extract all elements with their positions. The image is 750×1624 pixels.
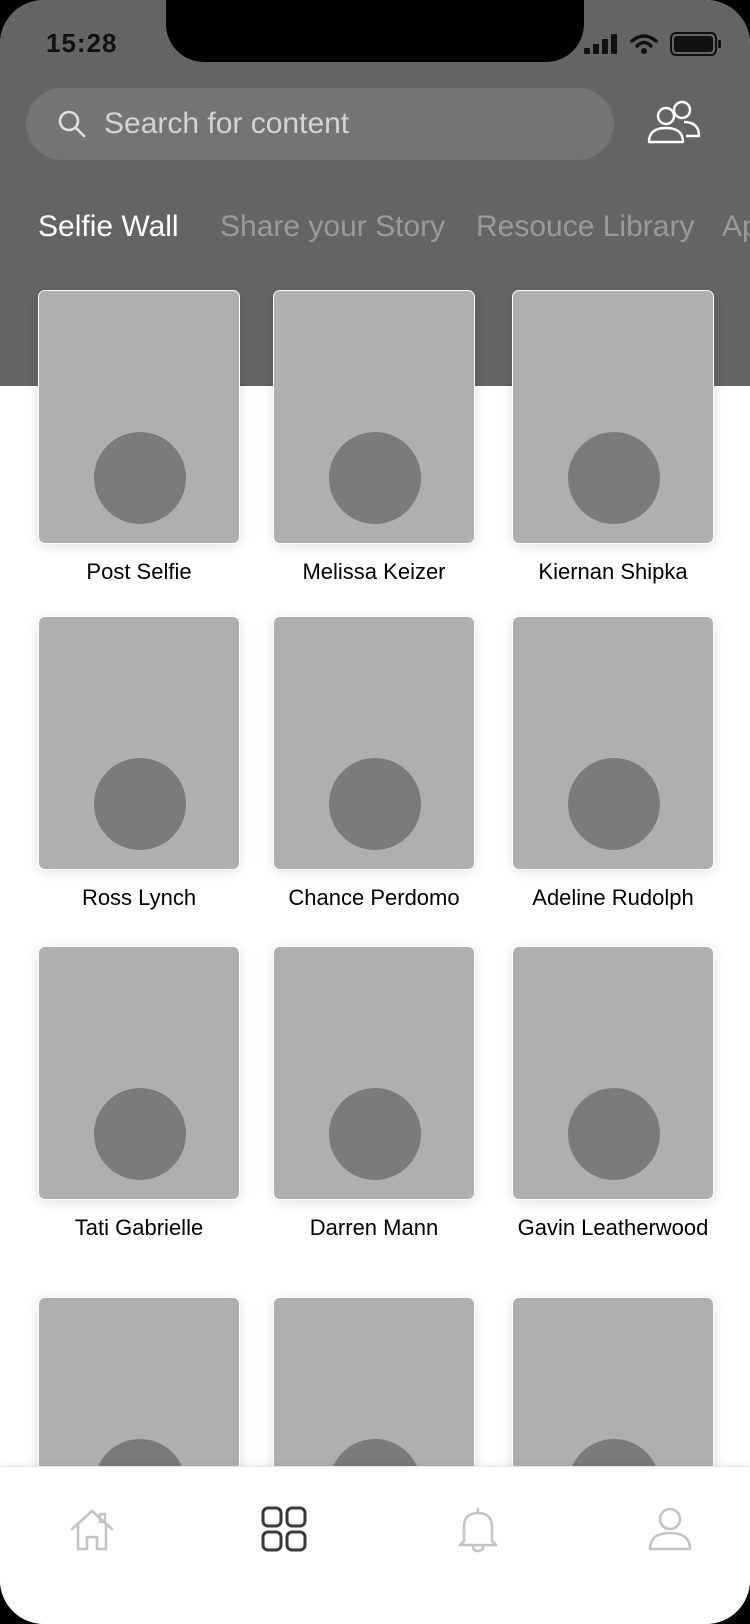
grid-item-person[interactable]: Darren Mann: [273, 946, 475, 1242]
item-name: Adeline Rudolph: [532, 885, 694, 910]
status-time: 15:28: [46, 28, 118, 58]
avatar: [329, 1088, 421, 1180]
tab-resource-library[interactable]: Resouce Library: [476, 210, 694, 244]
tab-more[interactable]: Ap: [722, 210, 750, 244]
avatar: [568, 758, 660, 850]
selfie-card[interactable]: [512, 290, 714, 544]
item-name: Ross Lynch: [81, 885, 197, 910]
selfie-card[interactable]: [512, 616, 714, 870]
status-icons: [584, 30, 722, 58]
avatar: [94, 1088, 186, 1180]
selfie-card[interactable]: [273, 946, 475, 1200]
grid-item-person[interactable]: Melissa Keizer: [273, 290, 475, 586]
cellular-signal-icon: [584, 34, 617, 54]
item-name: Darren Mann: [309, 1215, 439, 1240]
people-icon[interactable]: [646, 98, 702, 148]
selfie-card[interactable]: [38, 616, 240, 870]
avatar: [329, 758, 421, 850]
selfie-card[interactable]: [38, 290, 240, 544]
selfie-card[interactable]: [38, 946, 240, 1200]
grid-item-person[interactable]: Chance Perdomo: [273, 616, 475, 912]
bottom-navigation: [0, 1466, 750, 1624]
home-icon[interactable]: [68, 1505, 116, 1553]
grid-item-person[interactable]: Ross Lynch: [38, 616, 240, 912]
item-name: Post Selfie: [86, 559, 192, 584]
grid-item-person[interactable]: Gavin Leatherwood: [512, 946, 714, 1242]
wifi-icon: [630, 34, 658, 54]
selfie-card[interactable]: [273, 616, 475, 870]
battery-icon: [670, 32, 721, 56]
item-name: Melissa Keizer: [302, 559, 446, 584]
item-name: Kiernan Shipka: [538, 559, 688, 584]
item-name: Gavin Leatherwood: [517, 1215, 709, 1240]
app-screen: 15:28 Search for content Selfie Wall Sha…: [0, 0, 750, 1624]
item-name: Chance Perdomo: [288, 885, 460, 910]
tab-share-your-story[interactable]: Share your Story: [220, 210, 445, 244]
avatar: [568, 1088, 660, 1180]
avatar: [329, 432, 421, 524]
avatar: [94, 432, 186, 524]
device-notch: [166, 0, 584, 62]
search-placeholder: Search for content: [104, 107, 350, 140]
item-name: Tati Gabrielle: [74, 1215, 204, 1240]
user-icon[interactable]: [646, 1505, 694, 1553]
grid-item-person[interactable]: Kiernan Shipka: [512, 290, 714, 586]
avatar: [94, 758, 186, 850]
grid-item-person[interactable]: Adeline Rudolph: [512, 616, 714, 912]
selfie-card[interactable]: [512, 946, 714, 1200]
grid-item-post-selfie[interactable]: Post Selfie: [38, 290, 240, 586]
grid-icon[interactable]: [260, 1505, 308, 1553]
selfie-card[interactable]: [273, 290, 475, 544]
category-tabs: Selfie Wall Share your Story Resouce Lib…: [0, 210, 750, 260]
tab-selfie-wall[interactable]: Selfie Wall: [38, 210, 179, 244]
bell-icon[interactable]: [454, 1505, 502, 1553]
avatar: [568, 432, 660, 524]
search-icon: [58, 110, 86, 138]
grid-item-person[interactable]: Tati Gabrielle: [38, 946, 240, 1242]
search-input[interactable]: Search for content: [26, 88, 614, 160]
